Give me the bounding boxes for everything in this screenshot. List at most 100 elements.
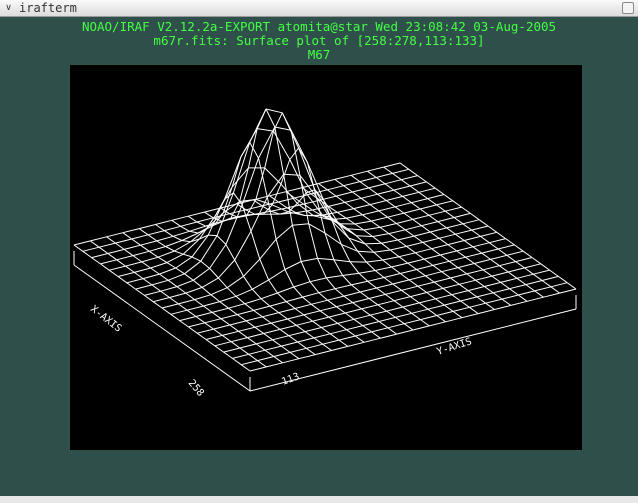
mesh-line xyxy=(280,159,291,185)
mesh-line xyxy=(352,187,369,193)
mesh-line xyxy=(232,142,251,193)
mesh-line xyxy=(142,273,160,280)
plot-header-object: M67 xyxy=(307,47,331,62)
mesh-line xyxy=(460,300,470,308)
mesh-line xyxy=(288,331,306,337)
mesh-line xyxy=(123,248,134,257)
mesh-line xyxy=(281,341,298,347)
mesh-line xyxy=(452,306,470,312)
mesh-line xyxy=(157,256,168,264)
mesh-line xyxy=(187,211,205,217)
mesh-line xyxy=(312,316,330,322)
mesh-line xyxy=(427,304,445,310)
mesh-line xyxy=(205,334,223,340)
mesh-line xyxy=(184,260,202,275)
mesh-line xyxy=(377,300,395,306)
mesh-line xyxy=(378,206,396,212)
axis-tick xyxy=(348,366,350,371)
x-axis-start-label: 258 xyxy=(186,378,206,399)
mesh-line xyxy=(160,286,178,292)
mesh-line xyxy=(196,332,207,340)
mesh-line xyxy=(480,231,497,237)
mesh-line xyxy=(109,265,126,271)
mesh-line xyxy=(369,200,387,206)
mesh-line xyxy=(91,253,109,259)
mesh-line xyxy=(243,276,253,290)
mesh-line xyxy=(156,240,166,247)
mesh-line xyxy=(423,258,434,266)
mesh-line xyxy=(237,309,254,316)
surface-plot-area[interactable]: 258 278 113 133 X-AXIS Y-AXIS xyxy=(70,65,582,450)
mesh-line xyxy=(166,262,176,269)
mesh-line xyxy=(343,185,353,193)
mesh-line xyxy=(448,260,459,269)
mesh-line xyxy=(389,249,400,258)
mesh-line xyxy=(275,224,293,240)
mesh-line xyxy=(359,177,377,183)
mesh-line xyxy=(485,298,503,304)
mesh-line xyxy=(335,195,346,203)
mesh-line xyxy=(263,328,281,334)
close-icon[interactable] xyxy=(622,2,634,14)
mesh-line xyxy=(188,322,205,328)
mesh-line xyxy=(302,296,312,305)
mesh-line xyxy=(204,318,222,324)
chevron-down-icon[interactable]: ∨ xyxy=(2,2,15,14)
mesh-line xyxy=(400,273,410,281)
mesh-line xyxy=(317,258,327,279)
mesh-line xyxy=(117,271,135,277)
mesh-line xyxy=(434,187,445,195)
mesh-line xyxy=(377,304,387,312)
mesh-line xyxy=(387,216,397,224)
mesh-line xyxy=(413,231,431,237)
mesh-line xyxy=(237,314,247,322)
mesh-line xyxy=(352,191,362,199)
mesh-line xyxy=(386,310,396,318)
mesh-line xyxy=(516,273,534,279)
mesh-line xyxy=(155,224,165,232)
mesh-line xyxy=(225,204,243,245)
mesh-line xyxy=(402,302,420,308)
plot-header-subtitle: m67r.fits: Surface plot of [258:278,113:… xyxy=(153,33,485,48)
mesh-line xyxy=(386,195,403,201)
mesh-line xyxy=(180,221,198,227)
mesh-line xyxy=(285,301,296,309)
mesh-line xyxy=(203,305,213,313)
mesh-line xyxy=(373,249,391,253)
mesh-line xyxy=(491,275,501,283)
mesh-line xyxy=(228,307,238,316)
mesh-line xyxy=(73,240,91,246)
mesh-line xyxy=(411,308,429,314)
mesh-line xyxy=(321,327,331,335)
mesh-line xyxy=(333,259,351,263)
mesh-line xyxy=(301,257,318,262)
mesh-line xyxy=(515,261,525,269)
mesh-line xyxy=(278,201,288,209)
mesh-line xyxy=(363,337,381,343)
mesh-line xyxy=(179,320,189,328)
mesh-line xyxy=(90,236,107,242)
mesh-line xyxy=(497,248,508,256)
mesh-line xyxy=(296,324,306,333)
mesh-line xyxy=(183,253,193,258)
mesh-line xyxy=(467,286,485,292)
mesh-line xyxy=(265,108,276,128)
mesh-line xyxy=(432,264,442,273)
mesh-line xyxy=(347,228,364,231)
mesh-line xyxy=(379,226,390,235)
mesh-line xyxy=(356,235,373,237)
mesh-line xyxy=(167,279,178,288)
mesh-line xyxy=(412,218,422,227)
mesh-line xyxy=(336,306,346,314)
mesh-line xyxy=(294,197,304,205)
mesh-line xyxy=(515,257,533,263)
mesh-line xyxy=(126,282,136,290)
y-axis-start-label: 113 xyxy=(280,371,301,388)
axis-tick xyxy=(177,341,180,346)
mesh-line xyxy=(239,347,249,355)
mesh-line xyxy=(430,227,447,233)
mesh-line xyxy=(327,295,345,301)
mesh-line xyxy=(395,316,405,325)
mesh-line xyxy=(440,250,457,256)
mesh-line xyxy=(409,185,420,193)
